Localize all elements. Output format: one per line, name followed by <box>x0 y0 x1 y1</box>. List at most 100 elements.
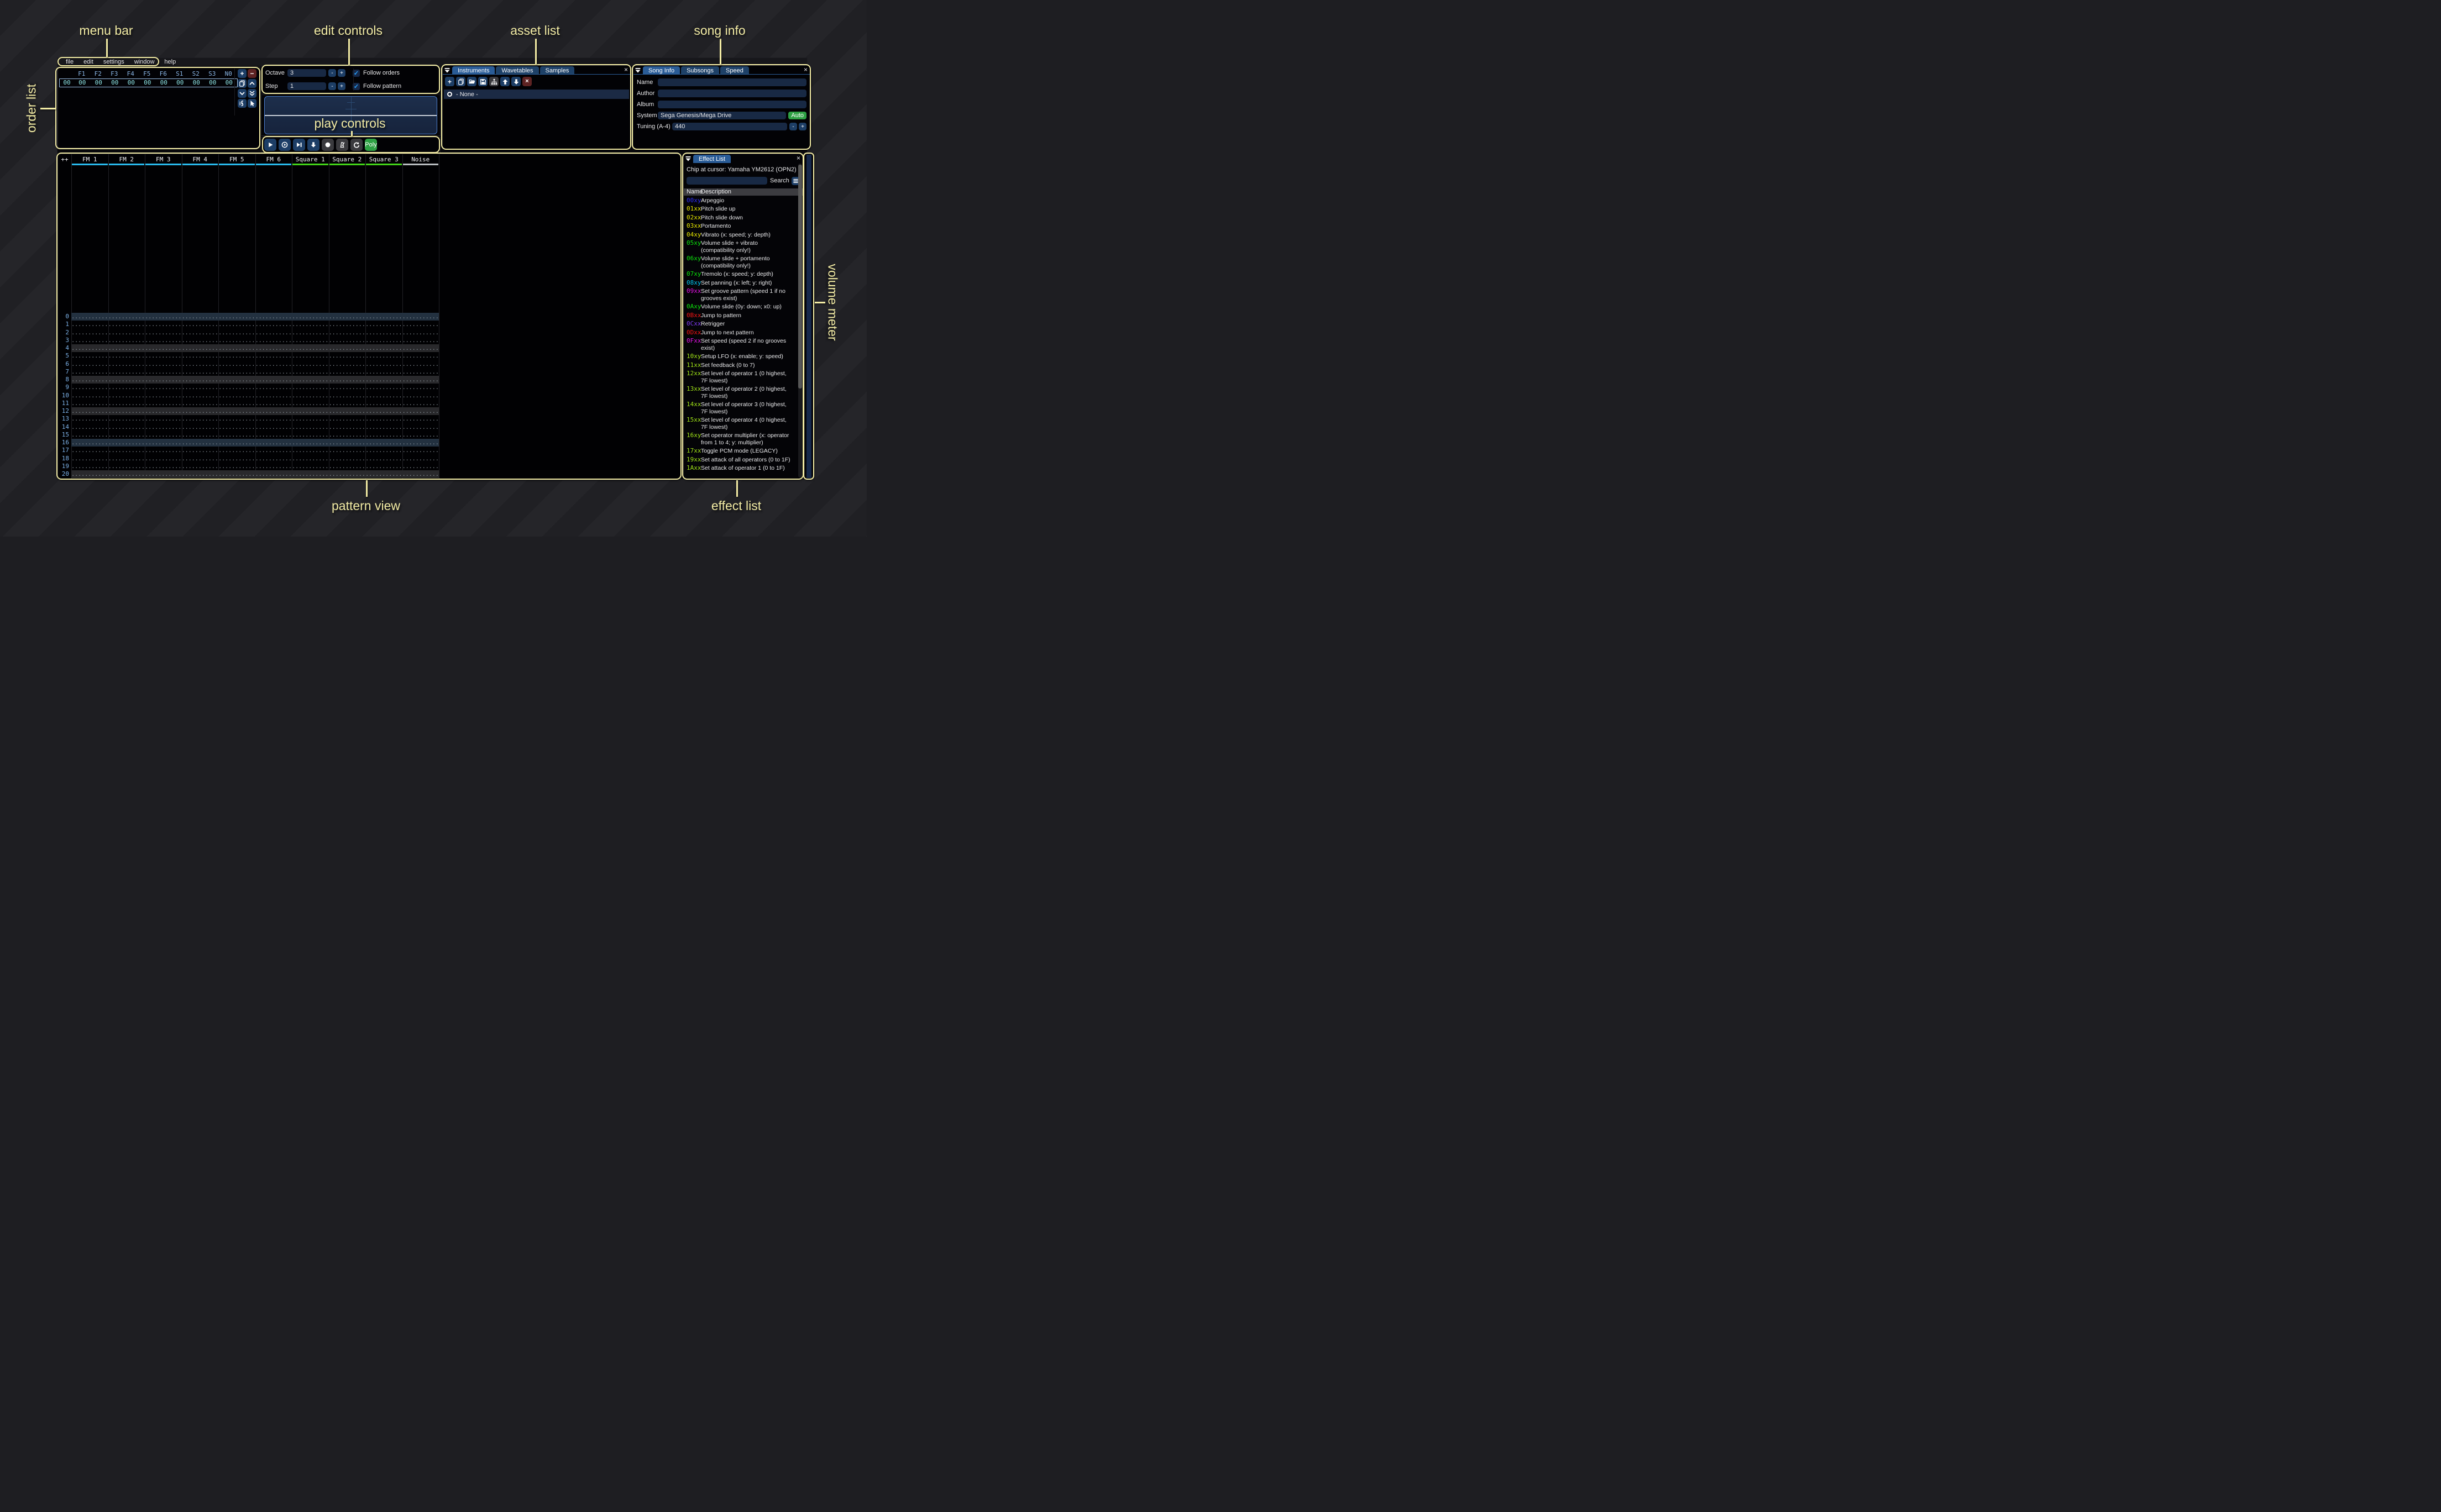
asset-sitemap-button[interactable] <box>489 77 499 86</box>
order-cell[interactable]: 00 <box>139 79 156 87</box>
pattern-cell[interactable]: ........... <box>255 321 292 328</box>
pattern-cell[interactable]: ........... <box>218 447 255 454</box>
pattern-cell[interactable]: ........... <box>145 463 182 470</box>
pattern-cell[interactable]: ........... <box>402 329 439 337</box>
pattern-cell[interactable]: ........... <box>108 313 145 321</box>
pattern-cell[interactable]: ........... <box>145 447 182 454</box>
pattern-cell[interactable]: ........... <box>402 321 439 328</box>
unlink-button[interactable] <box>238 99 247 108</box>
pattern-cell[interactable]: ........... <box>218 384 255 391</box>
pattern-cell[interactable]: ........... <box>108 423 145 431</box>
pattern-cell[interactable]: ........... <box>145 384 182 391</box>
pattern-cell[interactable]: ........... <box>71 423 108 431</box>
pattern-cell[interactable]: ........... <box>108 400 145 407</box>
pattern-cell[interactable]: ........... <box>108 470 145 478</box>
close-icon[interactable]: × <box>797 155 800 162</box>
pattern-cell[interactable]: ........... <box>182 470 219 478</box>
pattern-cell[interactable]: ........... <box>145 313 182 321</box>
pattern-cell[interactable]: ........... <box>255 384 292 391</box>
pattern-cell[interactable]: ........... <box>365 376 402 384</box>
pattern-cell[interactable]: ........... <box>402 360 439 368</box>
tuning-decrement-button[interactable]: - <box>789 123 797 130</box>
pattern-cell[interactable]: ........... <box>255 439 292 447</box>
menu-item-settings[interactable]: settings <box>98 58 129 66</box>
pattern-cell[interactable]: ........... <box>182 352 219 360</box>
double-chevron-down-button[interactable] <box>248 89 256 98</box>
pattern-cell[interactable]: ........... <box>108 321 145 328</box>
pattern-cell[interactable]: ........... <box>292 384 329 391</box>
pattern-cell[interactable]: ........... <box>145 344 182 352</box>
pattern-row[interactable]: 14......................................… <box>58 423 680 431</box>
pattern-cell[interactable]: ........... <box>71 470 108 478</box>
collapse-icon[interactable] <box>633 66 642 75</box>
pattern-cell[interactable]: ........... <box>329 392 366 400</box>
pattern-cell[interactable]: ........... <box>329 376 366 384</box>
pattern-row[interactable]: 0.......................................… <box>58 313 680 321</box>
pattern-cell[interactable]: ........... <box>71 407 108 415</box>
pattern-cell[interactable]: ........... <box>218 431 255 439</box>
pattern-cell[interactable]: ........... <box>255 415 292 423</box>
pattern-cell[interactable]: ........... <box>218 313 255 321</box>
channel-header-fm-2[interactable]: FM 2 <box>108 154 145 166</box>
pattern-cell[interactable]: ........... <box>108 392 145 400</box>
scrollbar-thumb[interactable] <box>798 165 802 389</box>
scrollbar[interactable] <box>798 164 802 477</box>
pattern-cell[interactable]: ........... <box>145 439 182 447</box>
asset-save-button[interactable] <box>478 77 488 86</box>
pattern-cell[interactable]: ........... <box>145 431 182 439</box>
pattern-cell[interactable]: ........... <box>365 321 402 328</box>
pattern-cell[interactable]: ........... <box>329 368 366 376</box>
pattern-cell[interactable]: ........... <box>108 447 145 454</box>
asset-move-up-button[interactable] <box>500 77 510 86</box>
pattern-cell[interactable]: ........... <box>329 407 366 415</box>
remove-button[interactable]: − <box>248 69 256 78</box>
pattern-cell[interactable]: ........... <box>365 360 402 368</box>
pattern-cell[interactable]: ........... <box>329 384 366 391</box>
effect-row[interactable]: 0DxxJump to next pattern <box>684 329 803 337</box>
asset-tab-wavetables[interactable]: Wavetables <box>496 66 538 75</box>
pattern-cell[interactable]: ........... <box>329 470 366 478</box>
menu-item-help[interactable]: help <box>159 58 181 66</box>
octave-input[interactable]: 3 <box>287 69 326 77</box>
pattern-cell[interactable]: ........... <box>292 376 329 384</box>
asset-move-down-button[interactable] <box>511 77 521 86</box>
asset-tab-instruments[interactable]: Instruments <box>452 66 495 75</box>
pattern-cell[interactable]: ........... <box>108 463 145 470</box>
pattern-cell[interactable]: ........... <box>365 352 402 360</box>
pattern-cell[interactable]: ........... <box>402 344 439 352</box>
pattern-cell[interactable]: ........... <box>402 431 439 439</box>
pattern-cell[interactable]: ........... <box>365 344 402 352</box>
add-button[interactable]: + <box>238 69 247 78</box>
pattern-cell[interactable]: ........... <box>182 384 219 391</box>
channel-header-square-3[interactable]: Square 3 <box>365 154 402 166</box>
pattern-row[interactable]: 4.......................................… <box>58 344 680 352</box>
pattern-cell[interactable]: ........... <box>218 360 255 368</box>
pattern-row[interactable]: 11......................................… <box>58 400 680 407</box>
pattern-cell[interactable]: ........... <box>365 337 402 344</box>
pattern-row[interactable]: 2.......................................… <box>58 329 680 337</box>
pattern-row[interactable]: 17......................................… <box>58 447 680 454</box>
pattern-cell[interactable]: ........... <box>108 329 145 337</box>
pattern-cell[interactable]: ........... <box>402 384 439 391</box>
pattern-cell[interactable]: ........... <box>218 407 255 415</box>
pattern-cell[interactable]: ........... <box>365 463 402 470</box>
channel-header-noise[interactable]: Noise <box>402 154 439 166</box>
effect-row[interactable]: 08xySet panning (x: left; y: right) <box>684 280 803 287</box>
pattern-row[interactable]: 7.......................................… <box>58 368 680 376</box>
clone-button[interactable] <box>238 79 247 88</box>
pattern-cell[interactable]: ........... <box>71 376 108 384</box>
pattern-cell[interactable]: ........... <box>402 376 439 384</box>
effect-row[interactable]: 15xxSet level of operator 4 (0 highest, … <box>684 417 803 431</box>
effect-row[interactable]: 10xySetup LFO (x: enable; y: speed) <box>684 353 803 360</box>
pattern-cell[interactable]: ........... <box>292 415 329 423</box>
pattern-view-panel[interactable]: ++ FM 1FM 2FM 3FM 4FM 5FM 6Square 1Squar… <box>57 154 681 479</box>
play-button[interactable] <box>264 139 276 151</box>
pattern-cell[interactable]: ........... <box>329 360 366 368</box>
effect-row[interactable]: 17xxToggle PCM mode (LEGACY) <box>684 448 803 455</box>
order-cell[interactable]: 00 <box>74 79 91 87</box>
pattern-cell[interactable]: ........... <box>108 439 145 447</box>
pattern-cell[interactable]: ........... <box>71 329 108 337</box>
collapse-icon[interactable] <box>443 66 451 75</box>
pattern-cell[interactable]: ........... <box>255 376 292 384</box>
pattern-cell[interactable]: ........... <box>402 455 439 463</box>
